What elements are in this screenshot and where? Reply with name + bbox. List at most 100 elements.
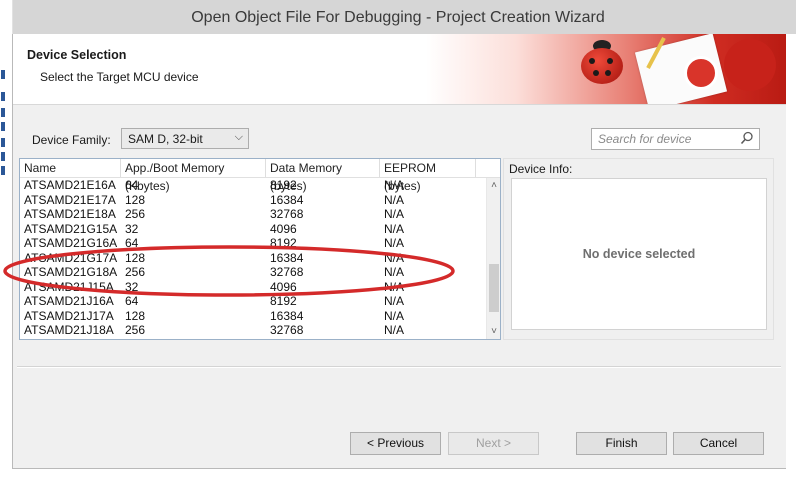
ladybug-spot bbox=[589, 58, 595, 64]
background-app-mark bbox=[1, 122, 5, 131]
cell-name: ATSAMD21J17A bbox=[24, 308, 114, 323]
table-row[interactable]: ATSAMD21E18A 256 32768 N/A bbox=[20, 207, 486, 222]
cell-name: ATSAMD21G17A bbox=[24, 250, 118, 265]
ladybug-spot bbox=[605, 70, 611, 76]
magnifier-icon[interactable] bbox=[740, 131, 754, 145]
no-device-message: No device selected bbox=[582, 247, 696, 261]
cell-name: ATSAMD21E17A bbox=[24, 192, 116, 207]
cell-app-memory: 128 bbox=[125, 192, 146, 207]
cell-app-memory: 256 bbox=[125, 265, 146, 279]
cell-app-memory: 256 bbox=[125, 207, 146, 221]
device-list[interactable]: Name App./Boot Memory (Kbytes) Data Memo… bbox=[19, 158, 501, 340]
table-row[interactable]: ATSAMD21E16A 64 8192 N/A bbox=[20, 178, 486, 193]
cell-app-memory: 128 bbox=[125, 250, 146, 265]
column-header-data-memory[interactable]: Data Memory (bytes) bbox=[266, 159, 380, 193]
table-row[interactable]: ATSAMD21J18A 256 32768 N/A bbox=[20, 323, 486, 338]
device-rows: ATSAMD21E16A 64 8192 N/A ATSAMD21E17A 128 163… bbox=[20, 178, 486, 338]
table-row[interactable]: ATSAMD21G16A 64 8192 N/A bbox=[20, 236, 486, 251]
background-app-mark bbox=[1, 92, 5, 101]
wizard-body: Device Selection Select the Target MCU d… bbox=[12, 34, 787, 469]
footer-separator-highlight bbox=[17, 367, 781, 368]
device-search-input[interactable]: Search for device bbox=[591, 128, 760, 150]
cell-name: ATSAMD21J16A bbox=[24, 294, 114, 308]
banner-circle-decoration bbox=[724, 39, 776, 91]
table-row[interactable]: ATSAMD21G18A 256 32768 N/A bbox=[20, 265, 486, 280]
ladybug-icon bbox=[581, 48, 623, 84]
device-list-scrollbar[interactable]: ˄ ˅ bbox=[486, 178, 500, 339]
cell-data-memory: 32768 bbox=[270, 207, 304, 221]
cell-data-memory: 8192 bbox=[270, 236, 297, 250]
column-header-eeprom[interactable]: EEPROM (bytes) bbox=[380, 159, 476, 193]
cell-data-memory: 16384 bbox=[270, 250, 304, 265]
window-title: Open Object File For Debugging - Project… bbox=[191, 9, 605, 26]
cell-data-memory: 32768 bbox=[270, 265, 304, 279]
ladybug-spot bbox=[607, 58, 613, 64]
device-family-value: SAM D, 32-bit bbox=[128, 132, 203, 146]
background-app-mark bbox=[1, 138, 5, 147]
title-bar: Open Object File For Debugging - Project… bbox=[0, 0, 796, 35]
cell-eeprom: N/A bbox=[384, 207, 405, 221]
cell-eeprom: N/A bbox=[384, 323, 405, 337]
header-subtitle: Select the Target MCU device bbox=[40, 70, 199, 84]
cell-name: ATSAMD21J15A bbox=[24, 279, 114, 294]
next-button[interactable]: Next > bbox=[448, 432, 539, 455]
cell-name: ATSAMD21G15A bbox=[24, 221, 118, 236]
column-header-app-memory[interactable]: App./Boot Memory (Kbytes) bbox=[121, 159, 266, 193]
cell-name: ATSAMD21G18A bbox=[24, 265, 118, 279]
scroll-up-icon[interactable]: ˄ bbox=[487, 180, 500, 191]
cell-data-memory: 4096 bbox=[270, 221, 297, 236]
device-family-select[interactable]: SAM D, 32-bit ⌵ bbox=[121, 128, 249, 149]
table-row[interactable]: ATSAMD21J17A 128 16384 N/A bbox=[20, 309, 486, 324]
table-row[interactable]: ATSAMD21G15A 32 4096 N/A bbox=[20, 222, 486, 237]
device-info-label: Device Info: bbox=[509, 162, 573, 176]
cell-data-memory: 4096 bbox=[270, 279, 297, 294]
wizard-header: Device Selection Select the Target MCU d… bbox=[13, 34, 786, 105]
cell-eeprom: N/A bbox=[384, 236, 405, 250]
cell-eeprom: N/A bbox=[384, 265, 405, 279]
search-placeholder: Search for device bbox=[598, 132, 692, 146]
cell-name: ATSAMD21G16A bbox=[24, 236, 118, 250]
background-app-mark bbox=[1, 108, 5, 117]
background-app-mark bbox=[1, 70, 5, 79]
device-info-panel: No device selected bbox=[511, 178, 767, 330]
cell-data-memory: 32768 bbox=[270, 323, 304, 337]
device-family-label: Device Family: bbox=[32, 133, 111, 147]
previous-button[interactable]: < Previous bbox=[350, 432, 441, 455]
background-app-bottom-edge bbox=[0, 469, 796, 481]
cell-app-memory: 256 bbox=[125, 323, 146, 337]
finish-button[interactable]: Finish bbox=[576, 432, 667, 455]
cell-app-memory: 64 bbox=[125, 294, 139, 308]
table-row[interactable]: ATSAMD21E17A 128 16384 N/A bbox=[20, 193, 486, 208]
wizard-window: Open Object File For Debugging - Project… bbox=[0, 0, 796, 481]
chevron-down-icon: ⌵ bbox=[234, 131, 243, 143]
cell-data-memory: 8192 bbox=[270, 294, 297, 308]
ladybug-spot bbox=[593, 70, 599, 76]
cell-eeprom: N/A bbox=[384, 192, 405, 207]
cell-app-memory: 64 bbox=[125, 236, 139, 250]
table-row[interactable]: ATSAMD21G17A 128 16384 N/A bbox=[20, 251, 486, 266]
header-banner-image bbox=[426, 34, 786, 104]
cell-eeprom: N/A bbox=[384, 308, 405, 323]
cell-app-memory: 32 bbox=[125, 279, 139, 294]
cell-eeprom: N/A bbox=[384, 279, 405, 294]
cell-data-memory: 16384 bbox=[270, 192, 304, 207]
table-row[interactable]: ATSAMD21J15A 32 4096 N/A bbox=[20, 280, 486, 295]
column-header-name[interactable]: Name bbox=[20, 159, 121, 177]
cell-eeprom: N/A bbox=[384, 178, 405, 192]
table-row[interactable]: ATSAMD21J16A 64 8192 N/A bbox=[20, 294, 486, 309]
cancel-button[interactable]: Cancel bbox=[673, 432, 764, 455]
background-app-mark bbox=[1, 166, 5, 175]
background-app-mark bbox=[1, 152, 5, 161]
banner-gauge-decoration bbox=[684, 56, 718, 90]
scrollbar-thumb[interactable] bbox=[489, 264, 499, 312]
background-app-right-edge bbox=[786, 34, 796, 481]
cell-data-memory: 16384 bbox=[270, 308, 304, 323]
cell-app-memory: 64 bbox=[125, 178, 139, 192]
cell-name: ATSAMD21J18A bbox=[24, 323, 114, 337]
scroll-down-icon[interactable]: ˅ bbox=[487, 326, 500, 337]
cell-name: ATSAMD21E18A bbox=[24, 207, 116, 221]
cell-app-memory: 32 bbox=[125, 221, 139, 236]
cell-eeprom: N/A bbox=[384, 294, 405, 308]
device-list-header: Name App./Boot Memory (Kbytes) Data Memo… bbox=[20, 159, 500, 193]
cell-data-memory: 8192 bbox=[270, 178, 297, 192]
